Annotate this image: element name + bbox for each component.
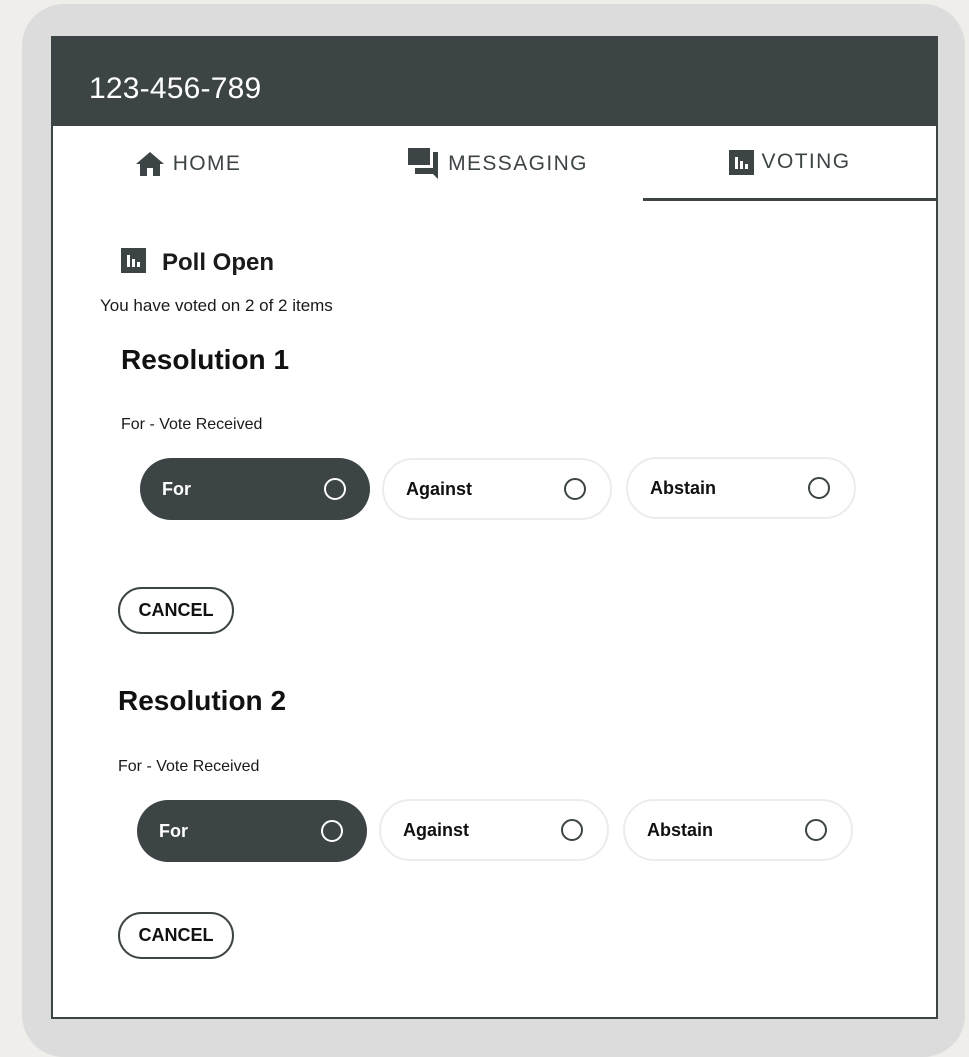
- vote-option-abstain[interactable]: Abstain: [623, 799, 853, 861]
- radio-icon: [561, 819, 583, 841]
- resolution-vote-status: For - Vote Received: [121, 416, 263, 433]
- resolution-vote-status: For - Vote Received: [118, 758, 260, 775]
- tab-home-label: HOME: [172, 152, 242, 175]
- cancel-vote-button[interactable]: CANCEL: [118, 587, 234, 634]
- meeting-id-title: 123-456-789: [89, 72, 262, 105]
- app-screen: 123-456-789 HOME MESSAGING VOTING Poll O…: [51, 36, 938, 1019]
- cancel-vote-button[interactable]: CANCEL: [118, 912, 234, 959]
- radio-icon: [321, 820, 343, 842]
- tab-messaging[interactable]: MESSAGING: [353, 126, 643, 202]
- resolution-title: Resolution 2: [118, 685, 287, 716]
- active-tab-indicator: [643, 198, 936, 201]
- poll-header: Poll Open: [121, 248, 274, 278]
- tab-voting[interactable]: VOTING: [643, 124, 936, 200]
- option-label: Abstain: [650, 477, 717, 498]
- tab-bar: HOME MESSAGING VOTING: [53, 126, 936, 202]
- poll-title: Poll Open: [162, 249, 275, 276]
- app-bar: 123-456-789: [53, 36, 936, 126]
- option-label: For: [162, 478, 191, 499]
- vote-option-for[interactable]: For: [137, 800, 367, 862]
- poll-icon: [728, 149, 754, 175]
- option-label: Abstain: [647, 819, 714, 840]
- poll-icon: [121, 248, 146, 278]
- resolution-title: Resolution 1: [121, 344, 290, 375]
- option-label: Against: [403, 819, 470, 840]
- vote-option-against[interactable]: Against: [379, 799, 609, 861]
- tab-home[interactable]: HOME: [53, 126, 323, 202]
- radio-icon: [324, 478, 346, 500]
- tab-messaging-label: MESSAGING: [448, 152, 588, 175]
- vote-progress-text: You have voted on 2 of 2 items: [100, 296, 333, 315]
- radio-icon: [805, 819, 827, 841]
- radio-icon: [564, 478, 586, 500]
- radio-icon: [808, 477, 830, 499]
- home-icon: [135, 151, 165, 177]
- vote-option-against[interactable]: Against: [382, 458, 612, 520]
- vote-option-abstain[interactable]: Abstain: [626, 457, 856, 519]
- chat-icon: [408, 148, 440, 180]
- option-label: For: [159, 820, 188, 841]
- tab-voting-label: VOTING: [761, 150, 851, 173]
- vote-option-for[interactable]: For: [140, 458, 370, 520]
- option-label: Against: [406, 478, 473, 499]
